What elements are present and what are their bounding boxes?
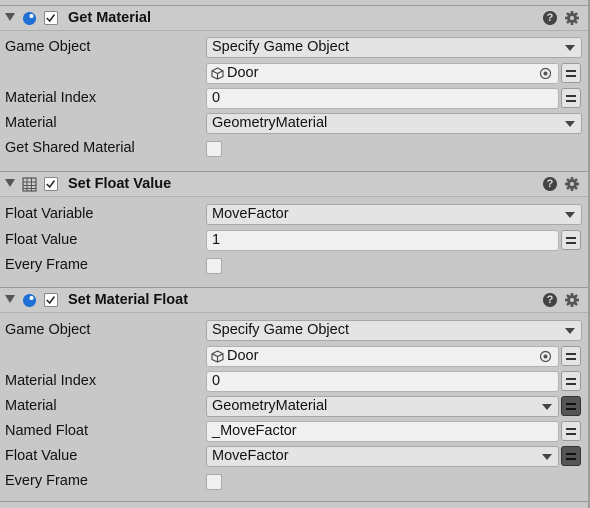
blue-sphere-icon [23,294,36,307]
named-float-row: Named Float _MoveFactor [0,419,590,444]
game-object-dropdown[interactable]: Specify Game Object [206,320,582,341]
variable-toggle-button[interactable] [561,371,581,391]
material-index-input[interactable]: 0 [206,88,559,109]
enabled-checkbox[interactable] [44,11,58,25]
float-value-row: Float Value 1 [0,228,590,253]
foldout-arrow-icon[interactable] [5,13,15,21]
material-index-row: Material Index 0 [0,86,590,111]
dropdown-value: MoveFactor [212,206,289,222]
field-label: Material Index [5,90,97,106]
field-label: Float Variable [5,206,94,222]
enabled-checkbox[interactable] [44,293,58,307]
every-frame-checkbox[interactable] [206,474,222,490]
float-variable-dropdown[interactable]: MoveFactor [206,204,582,225]
object-picker-icon[interactable] [539,350,552,363]
variable-toggle-button[interactable] [561,396,581,416]
float-value-dropdown[interactable]: MoveFactor [206,446,559,467]
gear-icon[interactable] [564,10,580,26]
material-row: Material GeometryMaterial [0,111,590,136]
set-material-float-header[interactable]: Set Material Float ? [0,287,590,313]
chevron-down-icon [542,404,552,410]
variable-toggle-button[interactable] [561,421,581,441]
chevron-down-icon [565,45,575,51]
field-label: Every Frame [5,257,88,273]
cube-icon [211,350,224,363]
material-dropdown[interactable]: GeometryMaterial [206,396,559,417]
get-shared-material-row: Get Shared Material [0,136,590,161]
enabled-checkbox[interactable] [44,177,58,191]
field-label: Game Object [5,39,91,55]
object-ref-text: Door [227,65,259,81]
variable-toggle-button[interactable] [561,230,581,250]
field-label: Material [5,115,57,131]
field-label: Float Value [5,448,78,464]
action-title: Set Float Value [68,176,172,192]
every-frame-checkbox[interactable] [206,258,222,274]
game-object-dropdown[interactable]: Specify Game Object [206,37,582,58]
gear-icon[interactable] [564,176,580,192]
object-picker-icon[interactable] [539,67,552,80]
variable-toggle-button[interactable] [561,346,581,366]
action-title: Set Material Float [68,292,189,308]
get-material-header[interactable]: Get Material ? [0,5,590,31]
named-float-input[interactable]: _MoveFactor [206,421,559,442]
game-object-row: Game Object Specify Game Object [0,35,590,60]
float-value-input[interactable]: 1 [206,230,559,251]
float-variable-row: Float Variable MoveFactor [0,202,590,227]
material-dropdown[interactable]: GeometryMaterial [206,113,582,134]
cube-icon [211,67,224,80]
object-ref-text: Door [227,348,259,364]
dropdown-value: MoveFactor [212,448,289,464]
every-frame-row: Every Frame [0,253,590,278]
material-index-row: Material Index 0 [0,369,590,394]
dropdown-value: GeometryMaterial [212,115,328,131]
help-icon[interactable]: ? [543,11,557,25]
variable-toggle-button[interactable] [561,63,581,83]
material-index-input[interactable]: 0 [206,371,559,392]
object-ref-row: Door [0,344,590,369]
dropdown-value: GeometryMaterial [212,398,328,414]
chevron-down-icon [542,454,552,460]
foldout-arrow-icon[interactable] [5,295,15,303]
help-icon[interactable]: ? [543,177,557,191]
gear-icon[interactable] [564,292,580,308]
help-icon[interactable]: ? [543,293,557,307]
field-label: Float Value [5,232,78,248]
dropdown-value: Specify Game Object [212,39,349,55]
field-label: Material Index [5,373,97,389]
variable-toggle-button[interactable] [561,446,581,466]
action-title: Get Material [68,10,151,26]
chevron-down-icon [565,212,575,218]
field-label: Every Frame [5,473,88,489]
section-divider [0,501,590,502]
material-row: Material GeometryMaterial [0,394,590,419]
field-label: Named Float [5,423,89,439]
field-label: Material [5,398,57,414]
variable-toggle-button[interactable] [561,88,581,108]
blue-sphere-icon [23,12,36,25]
chevron-down-icon [565,121,575,127]
dropdown-value: Specify Game Object [212,322,349,338]
every-frame-row: Every Frame [0,469,590,494]
field-label: Get Shared Material [5,140,135,156]
object-field[interactable]: Door [206,63,559,84]
set-float-value-header[interactable]: Set Float Value ? [0,171,590,197]
game-object-row: Game Object Specify Game Object [0,318,590,343]
object-ref-row: Door [0,61,590,86]
chevron-down-icon [565,328,575,334]
field-label: Game Object [5,322,91,338]
object-field[interactable]: Door [206,346,559,367]
float-value-row: Float Value MoveFactor [0,444,590,469]
grid-icon [22,177,37,192]
get-shared-material-checkbox[interactable] [206,141,222,157]
foldout-arrow-icon[interactable] [5,179,15,187]
